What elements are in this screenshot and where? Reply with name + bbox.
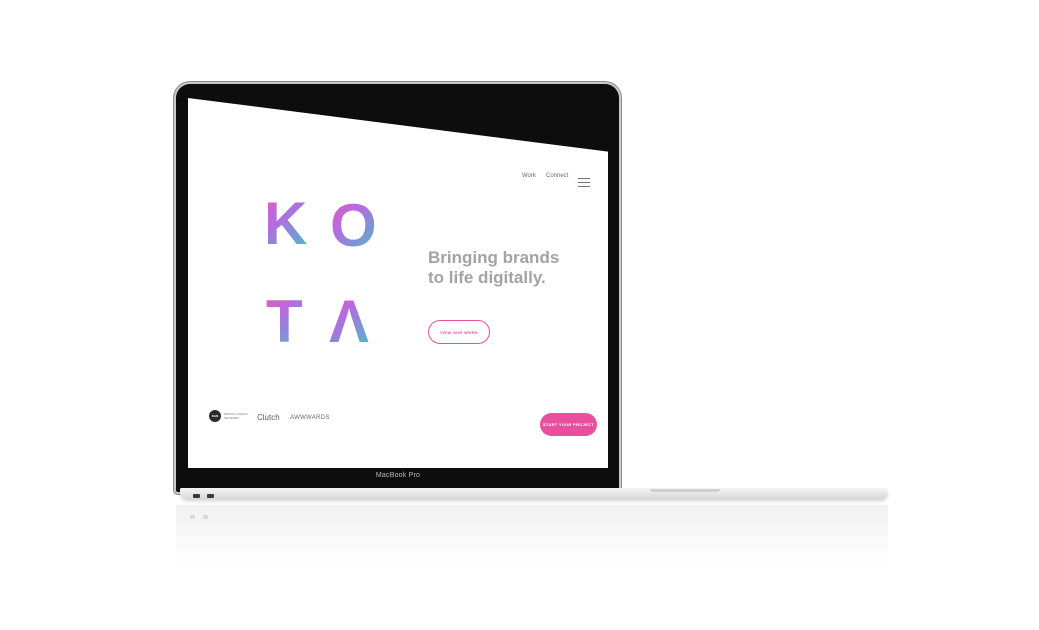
logo-letter-lambda: Λ	[329, 288, 370, 355]
tagline-line-1: Bringing brands	[428, 248, 560, 267]
nav-work-link[interactable]: Work	[522, 173, 536, 179]
usb-c-port	[193, 494, 200, 498]
laptop-base	[180, 488, 888, 500]
dan-text: DIGITAL AGENCY NETWORK	[224, 412, 249, 420]
device-label: MacBook Pro	[375, 472, 421, 479]
logo-letter-o: O	[330, 192, 377, 259]
view-work-button[interactable]: VIEW OUR WORK	[428, 320, 490, 344]
dan-logo[interactable]: DAN	[209, 410, 221, 422]
awwwards-logo[interactable]: AWWWARDS	[290, 415, 330, 421]
tagline-line-2: to life digitally.	[428, 268, 546, 287]
hamburger-icon[interactable]	[578, 178, 590, 188]
laptop-reflection	[176, 505, 888, 565]
start-project-button[interactable]: START YOUR PROJECT	[540, 413, 597, 436]
reflection-port	[203, 515, 208, 519]
laptop-screen: Work Connect K O T Λ Bringing brands to …	[188, 98, 608, 468]
logo-letter-t: T	[266, 288, 303, 355]
clutch-logo[interactable]: Clutch	[257, 413, 280, 422]
hero-tagline: Bringing brands to life digitally.	[428, 248, 598, 288]
nav-connect-link[interactable]: Connect	[546, 173, 568, 179]
logo-letter-k: K	[264, 190, 308, 257]
laptop-base-notch	[650, 489, 720, 492]
usb-c-port	[207, 494, 214, 498]
reflection-port	[190, 515, 195, 519]
